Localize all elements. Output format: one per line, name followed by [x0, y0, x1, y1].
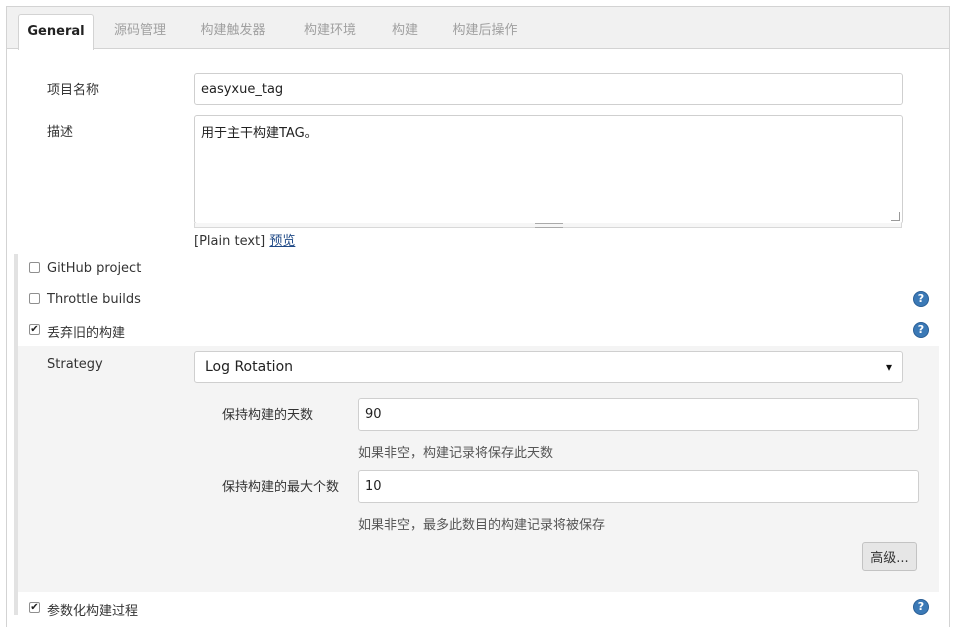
tab-build-triggers[interactable]: 构建触发器 [193, 14, 273, 48]
discard-old-builds-label: 丢弃旧的构建 [47, 326, 126, 341]
format-note: [Plain text] 预览 [194, 230, 295, 249]
discard-old-builds-checkbox[interactable]: ✔ [29, 324, 40, 335]
throttle-builds-label: Throttle builds [47, 292, 141, 307]
max-builds-input[interactable]: 10 [358, 470, 919, 503]
dropdown-arrow-icon: ▾ [885, 360, 892, 374]
tab-bar: General 源码管理 构建触发器 构建环境 构建 构建后操作 [7, 7, 949, 50]
description-label: 描述 [47, 125, 74, 140]
github-project-label: GitHub project [47, 261, 142, 276]
tab-general[interactable]: General [18, 14, 94, 50]
resize-handle-icon[interactable] [891, 212, 900, 221]
max-builds-hint: 如果非空，最多此数目的构建记录将被保存 [358, 518, 606, 533]
help-icon[interactable]: ? [913, 599, 929, 615]
days-to-keep-hint: 如果非空，构建记录将保存此天数 [358, 446, 554, 461]
tab-source-control[interactable]: 源码管理 [105, 14, 175, 48]
tab-post-build[interactable]: 构建后操作 [443, 14, 527, 48]
days-to-keep-input[interactable]: 90 [358, 398, 919, 431]
help-icon[interactable]: ? [913, 291, 929, 307]
days-to-keep-label: 保持构建的天数 [222, 408, 314, 423]
parameterized-build-checkbox[interactable]: ✔ [29, 602, 40, 613]
parameterized-build-label: 参数化构建过程 [47, 604, 139, 619]
strategy-select[interactable]: Log Rotation ▾ [194, 351, 903, 383]
strategy-label: Strategy [47, 357, 103, 372]
description-text: 用于主干构建TAG。 [201, 126, 318, 141]
max-builds-label: 保持构建的最大个数 [222, 480, 340, 495]
tab-build-environment[interactable]: 构建环境 [297, 14, 363, 48]
github-project-checkbox[interactable] [29, 262, 40, 273]
strategy-selected-value: Log Rotation [205, 359, 294, 375]
plain-text-label: [Plain text] [194, 234, 266, 249]
throttle-builds-checkbox[interactable] [29, 293, 40, 304]
description-textarea[interactable]: 用于主干构建TAG。 [194, 115, 903, 224]
project-name-input[interactable]: easyxue_tag [194, 73, 903, 105]
textarea-resize-grip[interactable] [194, 223, 902, 228]
project-name-label: 项目名称 [47, 83, 100, 98]
preview-link[interactable]: 预览 [269, 234, 295, 249]
tab-build[interactable]: 构建 [385, 14, 425, 48]
advanced-button[interactable]: 高级... [862, 542, 917, 571]
help-icon[interactable]: ? [913, 322, 929, 338]
